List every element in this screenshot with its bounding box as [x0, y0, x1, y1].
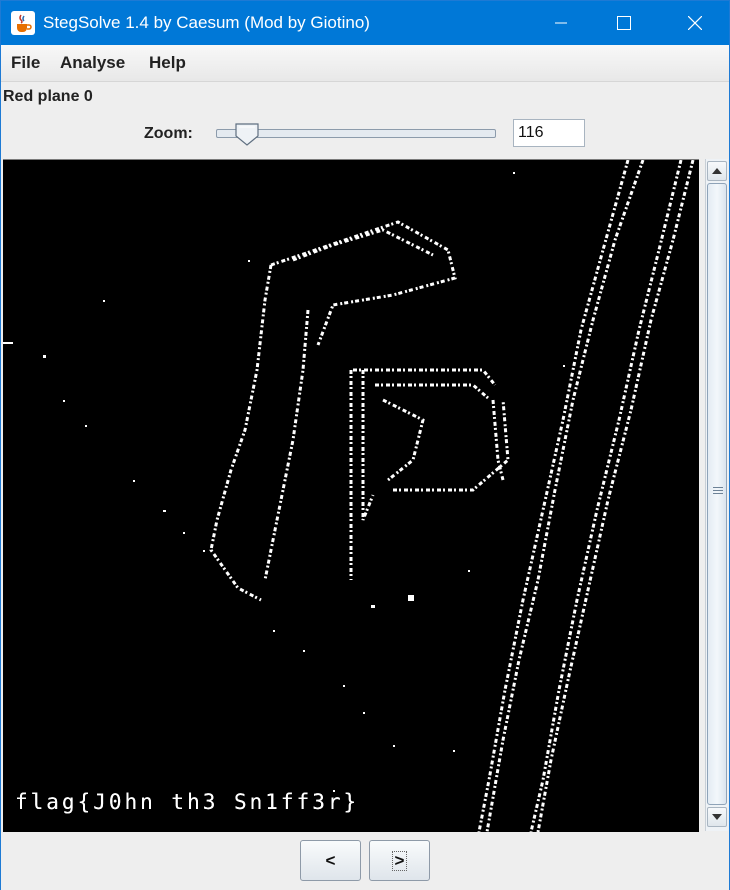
zoom-label: Zoom: [144, 125, 193, 142]
grip-line [713, 493, 723, 494]
next-label: > [391, 850, 408, 871]
title-bar[interactable]: StegSolve 1.4 by Caesum (Mod by Giotino) [1, 1, 729, 45]
maximize-icon [617, 16, 631, 30]
arrow-down-icon [712, 814, 722, 820]
close-icon [688, 16, 702, 30]
window-title: StegSolve 1.4 by Caesum (Mod by Giotino) [43, 13, 370, 32]
minimize-icon [555, 22, 567, 24]
stegsolve-window: StegSolve 1.4 by Caesum (Mod by Giotino)… [0, 0, 730, 890]
scroll-up-button[interactable] [707, 161, 727, 181]
menu-help[interactable]: Help [149, 53, 186, 73]
vertical-scrollbar[interactable] [705, 159, 728, 831]
menu-bar: File Analyse Help [1, 45, 729, 82]
maximize-button[interactable] [601, 1, 647, 45]
grip-line [713, 490, 723, 491]
previous-label: < [325, 850, 336, 870]
minimize-button[interactable] [538, 1, 584, 45]
scroll-thumb[interactable] [707, 183, 727, 805]
previous-plane-button[interactable]: < [300, 840, 361, 881]
grip-line [713, 487, 723, 488]
next-plane-button[interactable]: > [369, 840, 430, 881]
close-button[interactable] [672, 1, 718, 45]
arrow-up-icon [712, 168, 722, 174]
java-cup-icon [11, 11, 35, 35]
menu-analyse[interactable]: Analyse [60, 53, 125, 73]
scroll-down-button[interactable] [707, 807, 727, 827]
zoom-value-input[interactable] [513, 119, 585, 147]
navigation-bar: < > [1, 832, 729, 890]
bit-plane-image [3, 160, 695, 832]
embedded-flag-text: flag{J0hn th3 Sn1ff3r} [15, 790, 360, 814]
menu-file[interactable]: File [11, 53, 40, 73]
zoom-slider-thumb[interactable] [234, 122, 260, 150]
image-viewport[interactable]: flag{J0hn th3 Sn1ff3r} [3, 159, 699, 832]
plane-label: Red plane 0 [3, 88, 93, 105]
